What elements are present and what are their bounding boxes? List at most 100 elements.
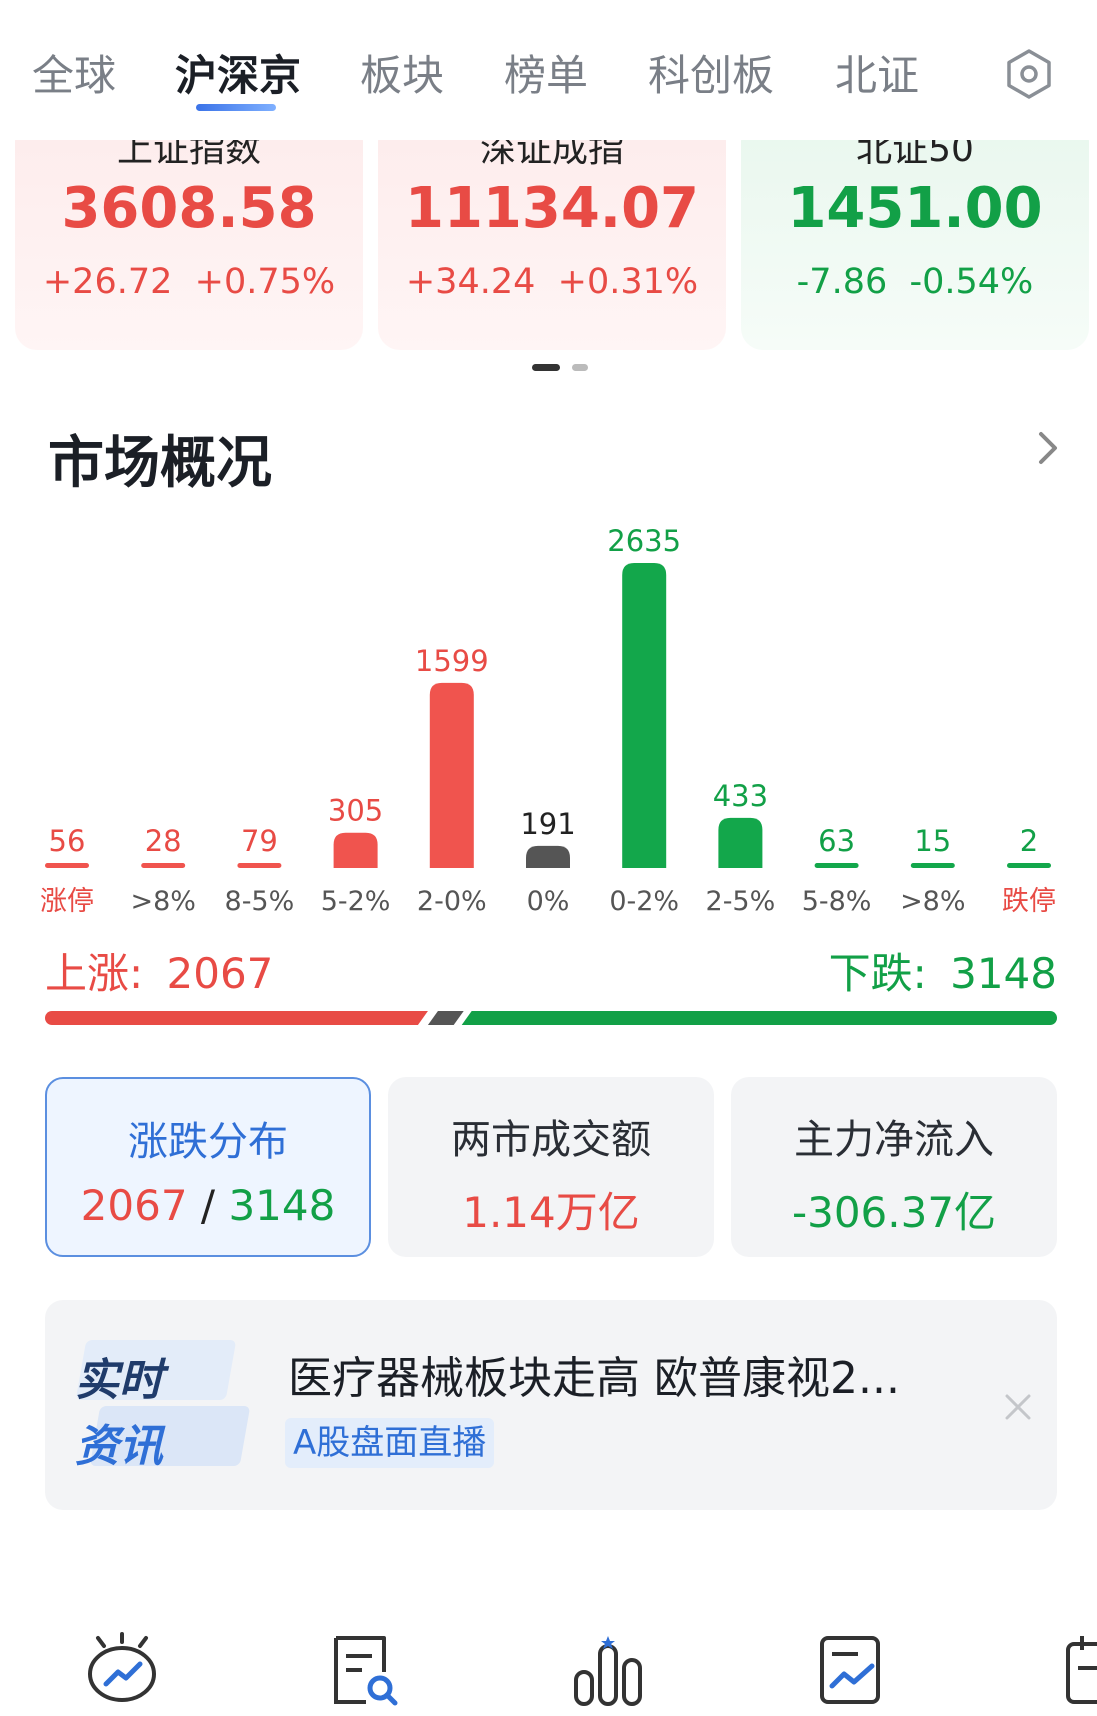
bar-8 bbox=[814, 863, 859, 868]
news-headline[interactable]: 医疗器械板块走高 欧普康视2... bbox=[288, 1342, 900, 1406]
bar-value-label: 2 bbox=[1020, 824, 1038, 858]
bar-chart-icon[interactable] bbox=[570, 1632, 646, 1708]
bar-6 bbox=[622, 563, 667, 868]
settings-icon[interactable] bbox=[1005, 48, 1053, 100]
chart-document-icon[interactable] bbox=[814, 1632, 890, 1708]
bar-value-label: 1599 bbox=[415, 644, 489, 678]
bar-0 bbox=[45, 863, 89, 868]
ratio-down-segment bbox=[461, 1011, 1057, 1025]
bar-value-label: 2635 bbox=[607, 524, 681, 558]
index-card-shenzhen[interactable]: 深证成指 11134.07 +34.24 +0.31% bbox=[378, 140, 726, 350]
tile-down-count: 3148 bbox=[228, 1181, 336, 1230]
tab-sectors[interactable]: 板块 bbox=[360, 42, 444, 103]
down-label: 下跌: bbox=[828, 949, 927, 998]
index-change: +34.24 +0.31% bbox=[378, 262, 726, 302]
category-label: >8% bbox=[130, 886, 195, 917]
tab-beijing[interactable]: 北证 bbox=[835, 42, 919, 103]
index-cards: 上证指数 3608.58 +26.72 +0.75% 深证成指 11134.07… bbox=[0, 140, 1097, 350]
calendar-icon[interactable] bbox=[1060, 1632, 1097, 1708]
bar-1 bbox=[141, 863, 186, 868]
tile-value: 2067 / 3148 bbox=[47, 1181, 369, 1230]
index-change-points: +34.24 bbox=[405, 262, 536, 302]
tab-global[interactable]: 全球 bbox=[32, 42, 116, 103]
chevron-right-icon[interactable] bbox=[1033, 428, 1063, 468]
close-icon[interactable] bbox=[1003, 1392, 1033, 1422]
realtime-news-badge: 实时 资讯 bbox=[75, 1338, 251, 1478]
search-document-icon[interactable] bbox=[326, 1632, 402, 1708]
bar-4 bbox=[429, 682, 474, 868]
tile-label: 主力净流入 bbox=[794, 1117, 994, 1163]
bar-value-label: 28 bbox=[145, 824, 182, 858]
index-change: -7.86 -0.54% bbox=[741, 262, 1089, 302]
index-card-shanghai[interactable]: 上证指数 3608.58 +26.72 +0.75% bbox=[15, 140, 363, 350]
bottom-shortcuts bbox=[0, 1620, 1097, 1716]
index-change: +26.72 +0.75% bbox=[15, 262, 363, 302]
bar-value-label: 79 bbox=[241, 824, 278, 858]
tile-turnover[interactable]: 两市成交额 1.14万亿 bbox=[388, 1077, 714, 1257]
tile-value: -306.37亿 bbox=[791, 1188, 997, 1237]
category-label: 0% bbox=[527, 886, 570, 917]
news-card[interactable]: 实时 资讯 医疗器械板块走高 欧普康视2... A股盘面直播 bbox=[45, 1300, 1057, 1510]
up-summary: 上涨: 2067 bbox=[45, 940, 273, 1001]
category-label: 涨停 bbox=[40, 886, 94, 917]
category-label: 2-5% bbox=[706, 886, 776, 917]
tile-value: 1.14万亿 bbox=[462, 1188, 640, 1237]
carousel-dot-active bbox=[532, 364, 560, 371]
bar-value-label: 63 bbox=[818, 824, 855, 858]
tab-hushenjing[interactable]: 沪深京 bbox=[175, 42, 301, 103]
index-name: 深证成指 bbox=[479, 140, 624, 170]
category-label: 0-2% bbox=[609, 886, 679, 917]
trend-eye-icon[interactable] bbox=[84, 1632, 160, 1708]
category-label: >8% bbox=[900, 886, 965, 917]
up-label: 上涨: bbox=[45, 949, 144, 998]
tab-rankings[interactable]: 榜单 bbox=[504, 42, 588, 103]
bar-value-label: 56 bbox=[49, 824, 86, 858]
category-label: 8-5% bbox=[225, 886, 295, 917]
active-tab-indicator bbox=[196, 104, 276, 111]
bar-value-label: 433 bbox=[713, 779, 768, 813]
bar-9 bbox=[910, 863, 955, 868]
index-value: 3608.58 bbox=[61, 176, 317, 241]
updown-distribution-chart[interactable]: 56 涨停 28 >8% 79 8-5% 305 5-2% 1599 2-0% 191 0% 2635 0… bbox=[0, 510, 1097, 930]
up-count: 2067 bbox=[166, 949, 274, 998]
index-change-pct: +0.75% bbox=[194, 262, 336, 302]
category-label: 跌停 bbox=[1002, 886, 1056, 917]
carousel-dot bbox=[572, 364, 588, 371]
bar-value-label: 15 bbox=[914, 824, 951, 858]
bar-value-label: 191 bbox=[520, 807, 575, 841]
tile-separator: / bbox=[200, 1181, 216, 1230]
index-name: 北证50 bbox=[856, 140, 974, 170]
index-value: 1451.00 bbox=[787, 176, 1043, 241]
tab-star-market[interactable]: 科创板 bbox=[648, 42, 774, 103]
bar-10 bbox=[1007, 863, 1051, 868]
index-change-points: -7.86 bbox=[796, 262, 888, 302]
index-change-pct: -0.54% bbox=[909, 262, 1034, 302]
index-change-pct: +0.31% bbox=[557, 262, 699, 302]
updown-ratio-bar bbox=[45, 1011, 1057, 1025]
index-name: 上证指数 bbox=[116, 140, 261, 170]
tile-label: 两市成交额 bbox=[451, 1117, 651, 1163]
tile-label: 涨跌分布 bbox=[128, 1119, 288, 1165]
tile-up-count: 2067 bbox=[80, 1181, 188, 1230]
ratio-flat-segment bbox=[427, 1011, 464, 1025]
market-tabs: 全球 沪深京 板块 榜单 科创板 北证 bbox=[0, 0, 1097, 140]
down-summary: 下跌: 3148 bbox=[829, 940, 1057, 1001]
index-card-bz50[interactable]: 北证50 1451.00 -7.86 -0.54% bbox=[741, 140, 1089, 350]
index-change-points: +26.72 bbox=[42, 262, 173, 302]
bar-value-label: 305 bbox=[328, 794, 383, 828]
badge-line2: 资讯 bbox=[75, 1421, 163, 1472]
category-label: 2-0% bbox=[417, 886, 487, 917]
news-tag[interactable]: A股盘面直播 bbox=[285, 1418, 495, 1468]
ratio-up-segment bbox=[45, 1011, 428, 1025]
tile-updown-distribution[interactable]: 涨跌分布 2067 / 3148 bbox=[45, 1077, 371, 1257]
category-label: 5-2% bbox=[321, 886, 391, 917]
badge-line1: 实时 bbox=[75, 1355, 163, 1406]
tile-main-net-inflow[interactable]: 主力净流入 -306.37亿 bbox=[731, 1077, 1057, 1257]
bar-5 bbox=[526, 845, 570, 868]
bar-7 bbox=[718, 817, 763, 868]
bar-2 bbox=[237, 863, 282, 868]
index-value: 11134.07 bbox=[404, 176, 700, 241]
category-label: 5-8% bbox=[802, 886, 872, 917]
down-count: 3148 bbox=[950, 949, 1057, 998]
section-title: 市场概况 bbox=[48, 431, 272, 496]
